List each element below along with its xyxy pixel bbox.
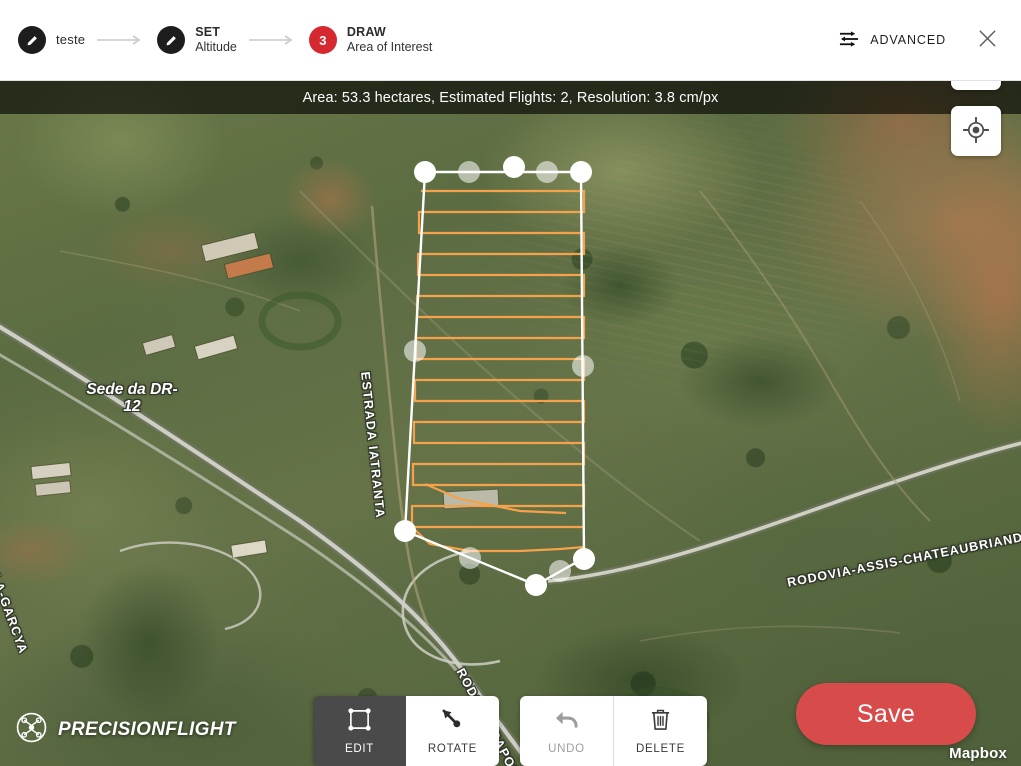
close-button[interactable] [972,23,1003,57]
aoi-status-bar: Area: 53.3 hectares, Estimated Flights: … [0,81,1021,114]
aoi-vertex-handle[interactable] [525,574,547,596]
edit-button-label: EDIT [345,742,374,755]
crosshair-icon [962,116,990,146]
close-icon [978,29,997,51]
aoi-midpoint-handle[interactable] [459,547,481,569]
undo-button-label: UNDO [548,742,585,755]
advanced-button-label: ADVANCED [870,33,946,47]
aoi-status-text: Area: 53.3 hectares, Estimated Flights: … [302,89,719,106]
rotate-button-label: ROTATE [427,742,478,755]
delete-button-label: DELETE [636,742,685,755]
breadcrumb-step-draw-subtitle: Area of Interest [346,40,433,54]
aoi-vertex-handle[interactable] [570,161,592,183]
trash-icon [650,708,671,734]
satellite-map[interactable]: Sede da DR-12 ESTRADA IATRANTA SILLA-GAR… [0,81,1021,766]
locate-button[interactable] [951,106,1001,156]
step-breadcrumb: teste SET Altitude 3 DRAW Area of Intere… [0,25,432,55]
breadcrumb-step-draw-title: DRAW [346,25,386,40]
breadcrumb-step-altitude-title: SET [195,25,221,40]
breadcrumb-arrow-1-icon [93,33,149,47]
undo-button[interactable]: UNDO [520,696,613,766]
breadcrumb-step-altitude-subtitle: Altitude [195,40,237,54]
header-actions: ADVANCED [835,23,1021,57]
aoi-midpoint-handle[interactable] [549,560,571,582]
breadcrumb-step-project-title: teste [56,32,86,48]
breadcrumb-step-project-text: teste [56,32,85,47]
save-button[interactable]: Save [796,683,976,745]
edit-button[interactable]: EDIT [313,696,406,766]
breadcrumb-step-project[interactable]: teste [18,26,85,54]
delete-button[interactable]: DELETE [614,696,707,766]
aoi-vertex-handle[interactable] [394,520,416,542]
pencil-icon [157,26,186,54]
pencil-icon [18,26,46,54]
flight-path-lines [410,189,586,553]
advanced-button[interactable]: ADVANCED [835,24,950,57]
breadcrumb-step-draw[interactable]: 3 DRAW Area of Interest [308,25,432,55]
sliders-icon [839,30,860,51]
transform-box-icon [348,707,371,734]
step-number-badge: 3 [308,26,337,54]
breadcrumb-arrow-2-icon [245,33,301,47]
toolbar-group-transform: EDIT ROTATE [313,696,499,766]
step-number-badge-label: 3 [319,32,327,48]
precisionflight-app: teste SET Altitude 3 DRAW Area of Intere… [0,0,1021,766]
app-header: teste SET Altitude 3 DRAW Area of Intere… [0,0,1021,81]
aoi-vertex-handle[interactable] [503,156,525,178]
aoi-midpoint-handle[interactable] [536,161,558,183]
aoi-midpoint-handle[interactable] [572,355,594,377]
toolbar-group-history: UNDO DELETE [520,696,707,766]
breadcrumb-step-draw-text: DRAW Area of Interest [347,25,432,55]
breadcrumb-step-altitude-text: SET Altitude [195,25,237,55]
aoi-vertex-handle[interactable] [573,548,595,570]
rotate-button[interactable]: ROTATE [406,696,499,766]
map-attribution: Mapbox [949,745,1007,762]
aoi-draw-layer[interactable] [0,81,1021,766]
aoi-midpoint-handle[interactable] [404,340,426,362]
aoi-midpoint-handle[interactable] [458,161,480,183]
undo-arrow-icon [554,708,579,734]
breadcrumb-step-altitude[interactable]: SET Altitude [157,25,237,55]
aoi-vertex-handle[interactable] [414,161,436,183]
rotate-arrow-icon [441,708,464,734]
